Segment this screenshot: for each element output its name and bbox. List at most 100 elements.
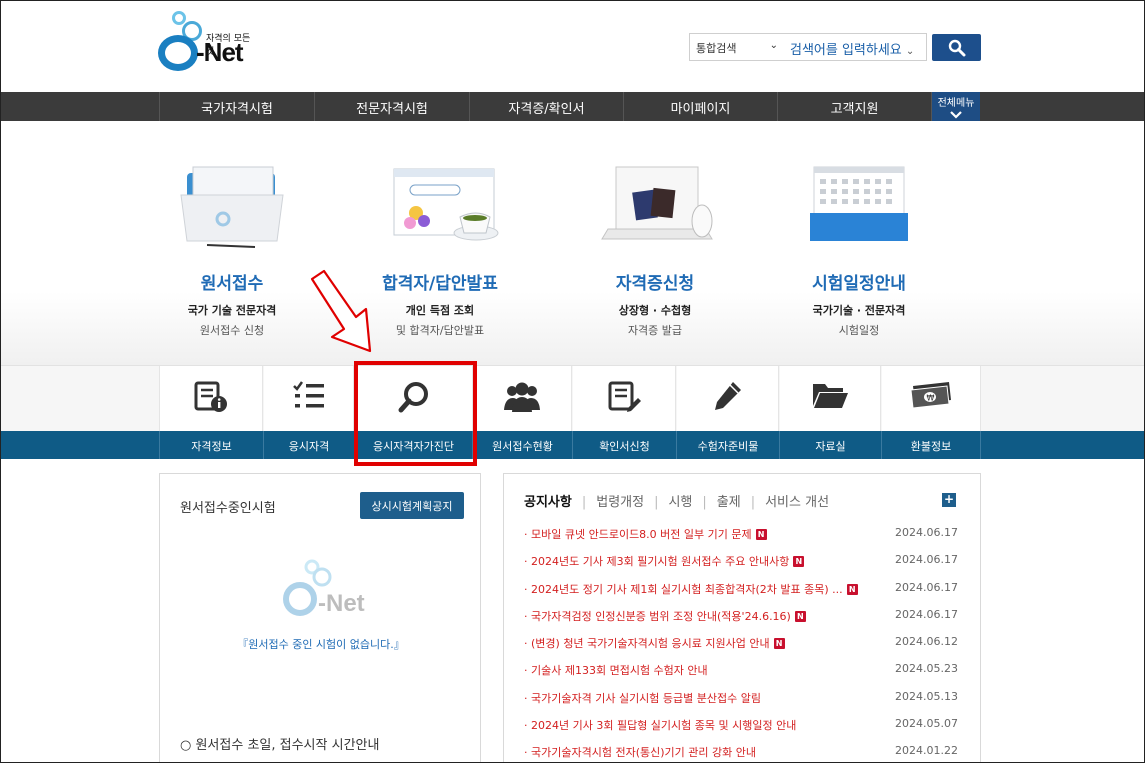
- card-application[interactable]: 원서접수 국가 기술 전문자격 원서접수 신청: [152, 161, 312, 338]
- global-nav: 국가자격시험 전문자격시험 자격증/확인서 마이페이지 고객지원 전체메뉴: [1, 92, 1144, 121]
- notice-panel: 공지사항 | 법령개정 | 시행 | 출제 | 서비스 개선 + · 모바일 큐넷 안드로이드8…: [503, 473, 981, 762]
- qnet-logo[interactable]: 자격의 모든것 -Net: [158, 11, 258, 73]
- list-item[interactable]: · 국가기술자격시험 전자(통신)기기 관리 강화 안내 2024.01.22: [524, 744, 964, 762]
- qnet-watermark-icon: -Net: [283, 559, 365, 617]
- new-badge: N: [846, 583, 858, 595]
- quick-label[interactable]: 원서접수현황: [473, 431, 573, 459]
- calendar-icon: [810, 166, 908, 241]
- quick-item-qualification-info[interactable]: [159, 366, 263, 432]
- notice-title[interactable]: · 2024년 기사 3회 필답형 실기시험 종목 및 시행일정 안내: [524, 717, 796, 733]
- tab-service[interactable]: 서비스 개선: [765, 495, 829, 510]
- list-item[interactable]: · 국가기술자격 기사 실기시험 등급별 분산접수 알림 2024.05.13: [524, 690, 964, 717]
- notice-date: 2024.01.22: [895, 744, 958, 758]
- list-item[interactable]: · 모바일 큐넷 안드로이드8.0 버전 일부 기기 문제 N 2024.06.17: [524, 526, 964, 553]
- page-frame: 자격의 모든것 -Net 통합검색 ⌄ 검색어를 입력하세요 ⌄ 국가자격시험 …: [0, 0, 1145, 763]
- search-bar: 통합검색 ⌄ 검색어를 입력하세요 ⌄: [689, 33, 927, 61]
- notice-title-text: · 2024년도 기사 제3회 필기시험 원서접수 주요 안내사항: [524, 555, 790, 569]
- new-badge: N: [793, 556, 805, 568]
- browser-illustration: [380, 161, 500, 251]
- folder-open-icon: [813, 384, 848, 408]
- notice-tabs: 공지사항 | 법령개정 | 시행 | 출제 | 서비스 개선: [524, 495, 830, 510]
- highlight-box: [354, 361, 477, 466]
- card-subtitle: 상장형 · 수첩형: [618, 304, 692, 317]
- notice-date: 2024.05.07: [895, 717, 958, 731]
- notice-title[interactable]: · (변경) 청년 국가기술자격시험 응시료 지원사업 안내 N: [524, 635, 785, 651]
- svg-text:-Net: -Net: [318, 590, 365, 617]
- search-scope-select[interactable]: 통합검색 ⌄: [690, 34, 782, 60]
- quick-item-application-status[interactable]: [473, 366, 572, 432]
- document-info-icon: [194, 381, 227, 412]
- card-title: 원서접수: [200, 274, 264, 294]
- quick-item-confirmation[interactable]: [573, 366, 676, 432]
- notice-title[interactable]: · 기술사 제133회 면접시험 수험자 안내: [524, 662, 708, 678]
- notice-title[interactable]: · 국가자격검정 인정신분증 범위 조정 안내(적용'24.6.16) N: [524, 608, 806, 624]
- tab-questions[interactable]: 출제: [717, 495, 741, 510]
- document-edit-icon: [608, 381, 641, 412]
- list-item[interactable]: · 2024년도 기사 제3회 필기시험 원서접수 주요 안내사항 N 2024.0…: [524, 553, 964, 580]
- svg-text:₩: ₩: [927, 394, 935, 403]
- pencil-icon: [714, 382, 741, 410]
- tab-notice[interactable]: 공지사항: [524, 495, 572, 510]
- new-badge: N: [794, 610, 806, 622]
- more-plus-icon[interactable]: +: [942, 493, 956, 507]
- money-stack-icon: ₩: [910, 382, 951, 409]
- quick-item-eligibility[interactable]: [264, 366, 354, 432]
- notice-date: 2024.06.17: [895, 526, 958, 539]
- tab-enforcement[interactable]: 시행: [668, 495, 692, 510]
- notice-date: 2024.06.12: [895, 635, 958, 649]
- gnb-item-national[interactable]: 국가자격시험: [159, 92, 314, 121]
- gnb-item-support[interactable]: 고객지원: [777, 92, 932, 121]
- notice-title[interactable]: · 2024년도 기사 제3회 필기시험 원서접수 주요 안내사항 N: [524, 553, 805, 569]
- watermark-logo: -Net: [282, 559, 382, 619]
- notice-title[interactable]: · 2024년도 정기 기사 제1회 실기시험 최종합격자(2차 발표 종목) …: [524, 581, 858, 597]
- all-menu-label: 전체메뉴: [937, 98, 975, 109]
- notice-title[interactable]: · 국가기술자격 기사 실기시험 등급별 분산접수 알림: [524, 690, 761, 706]
- all-menu-button[interactable]: 전체메뉴: [932, 92, 980, 121]
- quick-label[interactable]: 확인서신청: [573, 431, 677, 459]
- search-input[interactable]: 검색어를 입력하세요 ⌄: [786, 34, 926, 60]
- list-item[interactable]: · 2024년 기사 3회 필답형 실기시험 종목 및 시행일정 안내 2024.…: [524, 717, 964, 744]
- notice-date: 2024.06.17: [895, 580, 958, 594]
- quick-label[interactable]: 자격정보: [159, 431, 264, 459]
- card-title: 자격증신청: [615, 274, 695, 294]
- list-item[interactable]: · (변경) 청년 국가기술자격시험 응시료 지원사업 안내 N 2024.06.1…: [524, 635, 964, 662]
- gnb-item-certificate[interactable]: 자격증/확인서: [469, 92, 623, 121]
- list-item[interactable]: · 국가자격검정 인정신분증 범위 조정 안내(적용'24.6.16) N 2024…: [524, 608, 964, 635]
- hero-section: 원서접수 국가 기술 전문자격 원서접수 신청 합격자/답안발표 개인 득점 조…: [1, 121, 1144, 365]
- quick-label[interactable]: 수험자준비물: [677, 431, 780, 459]
- logo-text: -Net: [196, 37, 244, 67]
- card-certificate[interactable]: 자격증신청 상장형 · 수첩형 자격증 발급: [575, 161, 735, 338]
- notice-list: · 모바일 큐넷 안드로이드8.0 버전 일부 기기 문제 N 2024.06.17…: [524, 526, 964, 762]
- panel-title: 원서접수중인시험: [180, 501, 276, 516]
- card-subtitle: 국가 기술 전문자격: [187, 304, 277, 317]
- quick-item-preparation[interactable]: [677, 366, 779, 432]
- gnb-item-professional[interactable]: 전문자격시험: [314, 92, 469, 121]
- notice-title[interactable]: · 국가기술자격시험 전자(통신)기기 관리 강화 안내: [524, 744, 756, 760]
- notice-title-text: · 국가기술자격 기사 실기시험 등급별 분산접수 알림: [524, 691, 761, 705]
- logo-bubble-small: [172, 11, 186, 25]
- chevron-down-icon: [950, 111, 962, 119]
- card-schedule[interactable]: 시험일정안내 국가기술 · 전문자격 시험일정: [779, 161, 939, 338]
- notice-title[interactable]: · 모바일 큐넷 안드로이드8.0 버전 일부 기기 문제 N: [524, 526, 767, 542]
- regular-exam-plan-button[interactable]: 상시시험계획공지: [360, 492, 464, 519]
- search-button[interactable]: [932, 34, 981, 61]
- notice-title-text: · 국가기술자격시험 전자(통신)기기 관리 강화 안내: [524, 746, 756, 760]
- calendar-illustration: [804, 161, 914, 251]
- quick-label[interactable]: 환불정보: [882, 431, 981, 459]
- card-description: 원서접수 신청: [199, 324, 265, 337]
- quick-item-archive[interactable]: [780, 366, 881, 432]
- tab-law[interactable]: 법령개정: [596, 495, 644, 510]
- quick-item-refund[interactable]: ₩: [882, 366, 981, 432]
- card-title: 합격자/답안발표: [382, 274, 498, 294]
- group-users-icon: [504, 382, 540, 412]
- notice-title-text: · 기술사 제133회 면접시험 수험자 안내: [524, 664, 708, 678]
- card-results[interactable]: 합격자/답안발표 개인 득점 조회 및 합격자/답안발표: [360, 161, 520, 338]
- quick-label[interactable]: 자료실: [780, 431, 882, 459]
- list-item[interactable]: · 2024년도 정기 기사 제1회 실기시험 최종합격자(2차 발표 종목) …: [524, 581, 964, 608]
- quick-label[interactable]: 응시자격: [264, 431, 355, 459]
- gnb-item-mypage[interactable]: 마이페이지: [623, 92, 777, 121]
- application-time-guide-link[interactable]: ○ 원서접수 초일, 접수시작 시간안내: [180, 734, 379, 753]
- list-item[interactable]: · 기술사 제133회 면접시험 수험자 안내 2024.05.23: [524, 662, 964, 689]
- card-subtitle: 국가기술 · 전문자격: [812, 304, 906, 317]
- new-badge: N: [755, 529, 767, 540]
